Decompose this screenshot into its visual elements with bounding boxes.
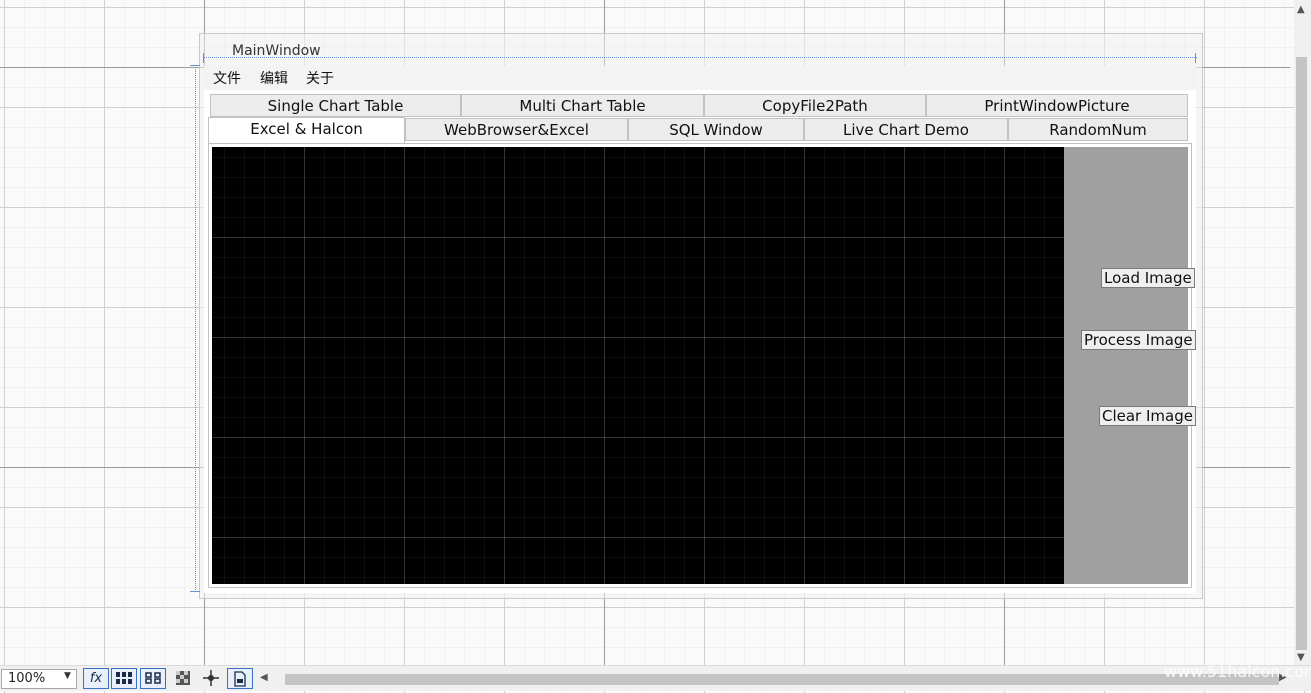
- halcon-image-view[interactable]: [212, 147, 1064, 584]
- tab-live-chart-demo[interactable]: Live Chart Demo: [804, 118, 1008, 141]
- checker-icon[interactable]: [170, 668, 196, 689]
- clear-image-button[interactable]: Clear Image: [1099, 406, 1196, 426]
- tab-webbrowser-excel[interactable]: WebBrowser&Excel: [405, 118, 628, 141]
- tab-copyfile2path[interactable]: CopyFile2Path: [704, 94, 926, 117]
- vertical-scroll-thumb[interactable]: [1296, 57, 1307, 650]
- tab-printwindowpicture[interactable]: PrintWindowPicture: [926, 94, 1188, 117]
- snap-grid-icon[interactable]: [140, 668, 166, 689]
- grid-layout-icon[interactable]: [111, 668, 137, 689]
- tab-single-chart-table[interactable]: Single Chart Table: [210, 94, 461, 117]
- menu-bar: [204, 66, 1196, 90]
- chevron-down-icon[interactable]: ▼: [64, 671, 71, 681]
- tab-sql-window[interactable]: SQL Window: [628, 118, 804, 141]
- load-image-button[interactable]: Load Image: [1101, 268, 1195, 288]
- fx-icon[interactable]: fx: [83, 668, 109, 689]
- horizontal-scroll-thumb[interactable]: [285, 674, 1279, 685]
- selection-guide: [203, 57, 1197, 58]
- menu-about[interactable]: 关于: [306, 68, 334, 88]
- scroll-left-icon[interactable]: ◀: [260, 672, 268, 683]
- menu-file[interactable]: 文件: [213, 68, 241, 88]
- selection-guide-tick: [190, 591, 200, 592]
- selection-guide: [195, 65, 196, 592]
- button-side-panel: [1064, 147, 1188, 584]
- scroll-up-icon[interactable]: ▲: [1297, 4, 1305, 15]
- selection-guide-tick: [190, 65, 200, 66]
- watermark: www.51halcon.com: [1164, 662, 1311, 681]
- document-icon[interactable]: [227, 668, 253, 689]
- tab-excel-halcon[interactable]: Excel & Halcon: [208, 117, 405, 143]
- selection-guide-tick: [1195, 53, 1196, 63]
- tab-multi-chart-table[interactable]: Multi Chart Table: [461, 94, 704, 117]
- crosshair-icon[interactable]: [198, 668, 224, 689]
- menu-edit[interactable]: 编辑: [260, 68, 288, 88]
- process-image-button[interactable]: Process Image: [1081, 330, 1196, 350]
- tab-randomnum[interactable]: RandomNum: [1008, 118, 1188, 141]
- selection-guide-tick: [203, 53, 204, 63]
